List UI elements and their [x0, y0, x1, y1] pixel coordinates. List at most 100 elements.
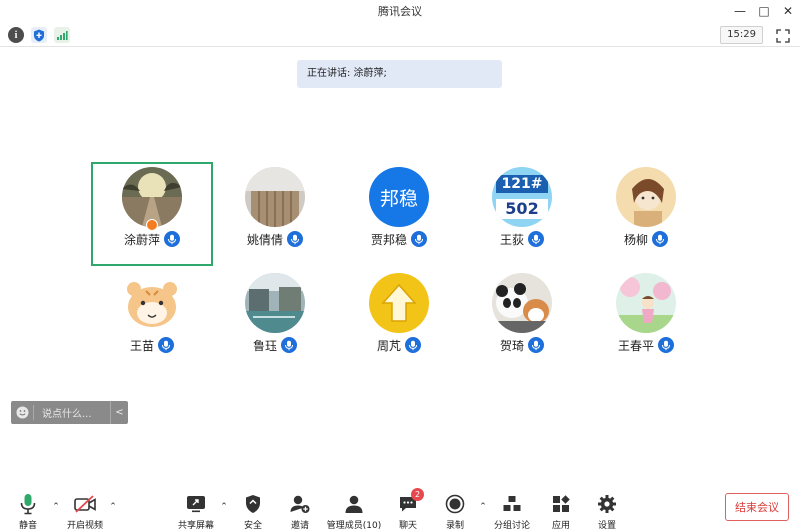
window-controls: — □ ✕: [728, 0, 800, 22]
apps-label: 应用: [551, 521, 570, 531]
chat-placeholder[interactable]: 说点什么...: [34, 405, 110, 420]
avatar: [369, 273, 429, 333]
microphone-icon: [281, 337, 297, 353]
participant-name-row: 鲁珏: [214, 336, 336, 354]
avatar: [245, 273, 305, 333]
apps-button[interactable]: 应用: [546, 488, 576, 531]
microphone-icon: [658, 337, 674, 353]
microphone-icon: [164, 231, 180, 247]
meeting-clock: 15:29: [720, 26, 763, 44]
video-options-chevron-icon[interactable]: ⌃: [108, 502, 118, 512]
avatar-number-sign: 121# 502: [492, 167, 552, 227]
microphone-icon: [15, 491, 41, 517]
end-meeting-button[interactable]: 结束会议: [725, 493, 789, 521]
gear-icon: [594, 491, 620, 517]
manage-members-button[interactable]: 管理成员(10): [325, 488, 383, 531]
share-screen-icon: [183, 491, 209, 517]
avatar: [492, 273, 552, 333]
avatar: [245, 167, 305, 227]
participant-tile[interactable]: 涂蔚萍: [91, 162, 213, 266]
quick-chat-input[interactable]: 说点什么... <: [11, 401, 128, 424]
participant-name: 王春平: [617, 338, 654, 353]
audio-options-chevron-icon[interactable]: ⌃: [51, 502, 61, 512]
record-label: 录制: [445, 521, 464, 531]
participant-tile[interactable]: 王苗: [91, 268, 213, 372]
microphone-icon: [405, 337, 421, 353]
share-options-chevron-icon[interactable]: ⌃: [219, 502, 229, 512]
participant-tile[interactable]: 121# 502 王荻: [461, 162, 583, 266]
microphone-icon: [652, 231, 668, 247]
participant-name: 姚倩倩: [246, 232, 283, 247]
participant-tile[interactable]: 周芃: [338, 268, 460, 372]
mute-label: 静音: [18, 521, 37, 531]
invite-label: 邀请: [290, 521, 309, 531]
network-signal-icon[interactable]: [54, 27, 70, 43]
microphone-icon: [158, 337, 174, 353]
shield-icon[interactable]: [31, 27, 47, 43]
participant-name-row: 贺琦: [461, 336, 583, 354]
mute-button[interactable]: 静音: [12, 488, 44, 531]
participant-name-row: 姚倩倩: [214, 230, 336, 248]
video-off-icon: [72, 491, 98, 517]
participant-name: 贾邦稳: [370, 232, 407, 247]
breakout-rooms-icon: [499, 491, 525, 517]
invite-user-icon: [287, 491, 313, 517]
share-screen-button[interactable]: 共享屏幕: [176, 488, 216, 531]
participant-name: 杨柳: [623, 232, 648, 247]
participant-tile[interactable]: 王春平: [585, 268, 707, 372]
apps-grid-icon: [548, 491, 574, 517]
invite-button[interactable]: 邀请: [285, 488, 315, 531]
title-bar: 腾讯会议 — □ ✕: [0, 0, 800, 22]
security-label: 安全: [243, 521, 262, 531]
avatar: [616, 167, 676, 227]
info-icon[interactable]: i: [8, 27, 24, 43]
maximize-button[interactable]: □: [752, 0, 776, 22]
participant-name-row: 王春平: [585, 336, 707, 354]
meeting-toolbar: 静音 ⌃ 开启视频 ⌃ 共享屏幕 ⌃ 安全 邀请 管理成员(10) 聊天 2 录…: [0, 488, 800, 531]
window-title: 腾讯会议: [378, 5, 422, 18]
breakout-rooms-button[interactable]: 分组讨论: [491, 488, 533, 531]
members-icon: [341, 491, 367, 517]
record-options-chevron-icon[interactable]: ⌃: [478, 502, 488, 512]
settings-button[interactable]: 设置: [592, 488, 622, 531]
security-button[interactable]: 安全: [238, 488, 268, 531]
close-button[interactable]: ✕: [776, 0, 800, 22]
avatar: [122, 167, 182, 227]
avatar: [122, 273, 182, 333]
record-button[interactable]: 录制: [440, 488, 470, 531]
participant-tile[interactable]: 贺琦: [461, 268, 583, 372]
chat-label: 聊天: [398, 521, 417, 531]
participant-name-row: 杨柳: [585, 230, 707, 248]
participant-name-row: 贾邦稳: [338, 230, 460, 248]
microphone-icon: [411, 231, 427, 247]
security-shield-icon: [240, 491, 266, 517]
participant-tile[interactable]: 杨柳: [585, 162, 707, 266]
breakout-rooms-label: 分组讨论: [493, 521, 530, 531]
participant-tile[interactable]: 邦稳 贾邦稳: [338, 162, 460, 266]
minimize-button[interactable]: —: [728, 0, 752, 22]
participant-tile[interactable]: 姚倩倩: [214, 162, 336, 266]
active-speaker-banner: 正在讲话: 涂蔚萍;: [297, 60, 502, 88]
start-video-button[interactable]: 开启视频: [64, 488, 106, 531]
participant-name: 贺琦: [499, 338, 524, 353]
fullscreen-icon[interactable]: [776, 28, 790, 43]
microphone-icon: [528, 231, 544, 247]
participant-name: 王苗: [129, 338, 154, 353]
avatar: 邦稳: [369, 167, 429, 227]
avatar: [616, 273, 676, 333]
collapse-chat-button[interactable]: <: [110, 401, 128, 424]
emoji-icon[interactable]: [11, 401, 33, 424]
unread-count-badge: 2: [411, 488, 424, 501]
manage-members-label: 管理成员(10): [326, 521, 382, 531]
share-screen-label: 共享屏幕: [177, 521, 214, 531]
participant-name-row: 周芃: [338, 336, 460, 354]
participant-name-row: 涂蔚萍: [91, 230, 213, 248]
settings-label: 设置: [597, 521, 616, 531]
participant-name-row: 王荻: [461, 230, 583, 248]
participant-name: 涂蔚萍: [123, 232, 160, 247]
participant-tile[interactable]: 鲁珏: [214, 268, 336, 372]
start-video-label: 开启视频: [66, 521, 103, 531]
participant-name: 鲁珏: [252, 338, 277, 353]
avatar: 121# 502: [492, 167, 552, 227]
record-icon: [442, 491, 468, 517]
